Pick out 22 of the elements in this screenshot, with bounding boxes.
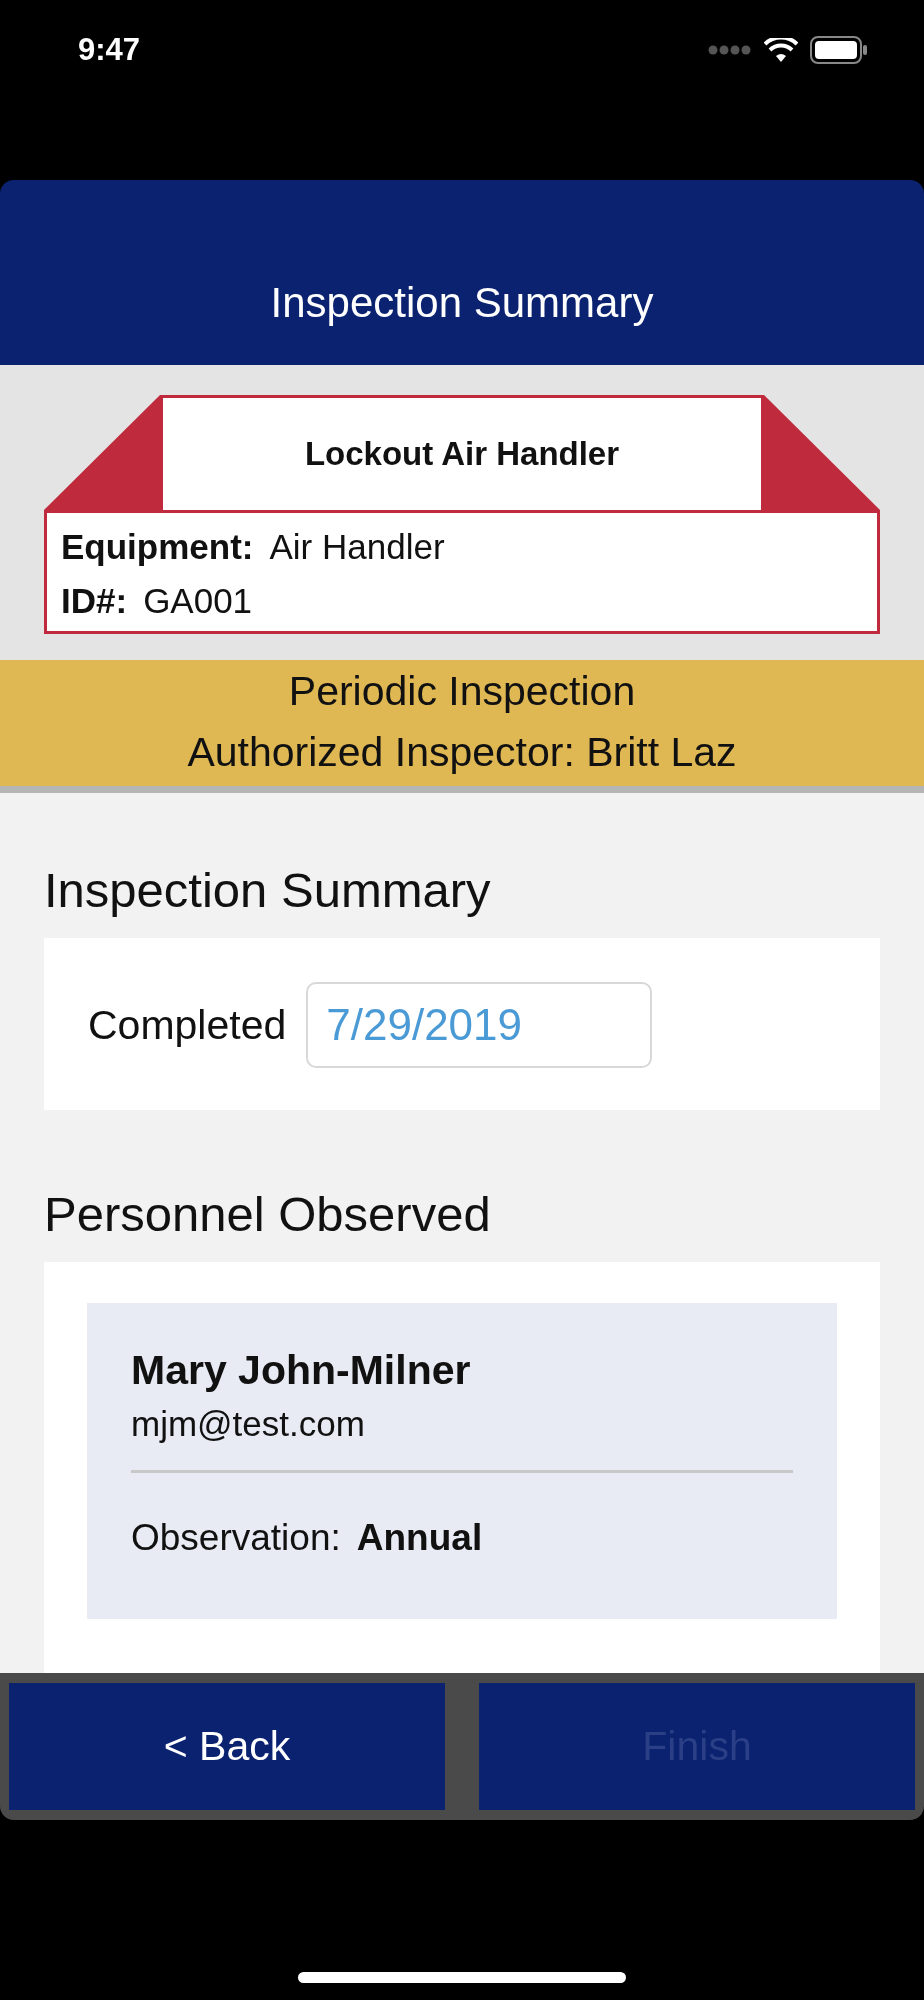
section-heading: Inspection Summary xyxy=(43,862,492,919)
home-indicator[interactable] xyxy=(298,1972,626,1983)
field-label: ID#: xyxy=(61,581,128,621)
detail-value: Annual xyxy=(356,1517,483,1559)
tag-title: Lockout Air Handler xyxy=(160,395,764,510)
section-heading: Personnel Observed xyxy=(43,1186,492,1243)
back-button[interactable]: < Back xyxy=(9,1683,445,1810)
status-time: 9:47 xyxy=(78,32,141,68)
field-label: Equipment: xyxy=(61,527,254,567)
completed-label: Completed xyxy=(88,1001,287,1049)
inspector-name: Authorized Inspector: Britt Laz xyxy=(186,729,738,776)
detail-label: Observation: xyxy=(131,1517,341,1559)
battery-icon xyxy=(810,36,868,64)
field-value: Air Handler xyxy=(269,527,445,567)
signal-icon xyxy=(708,45,752,55)
person-name: Mary John-Milner xyxy=(131,1347,472,1394)
person-email: mjm@test.com xyxy=(131,1404,366,1444)
inspection-type: Periodic Inspection xyxy=(287,668,637,715)
field-value: GA001 xyxy=(143,581,253,621)
page-title: Inspection Summary xyxy=(270,279,654,327)
date-field[interactable]: 7/29/2019 xyxy=(306,982,653,1068)
wifi-icon xyxy=(764,37,798,63)
